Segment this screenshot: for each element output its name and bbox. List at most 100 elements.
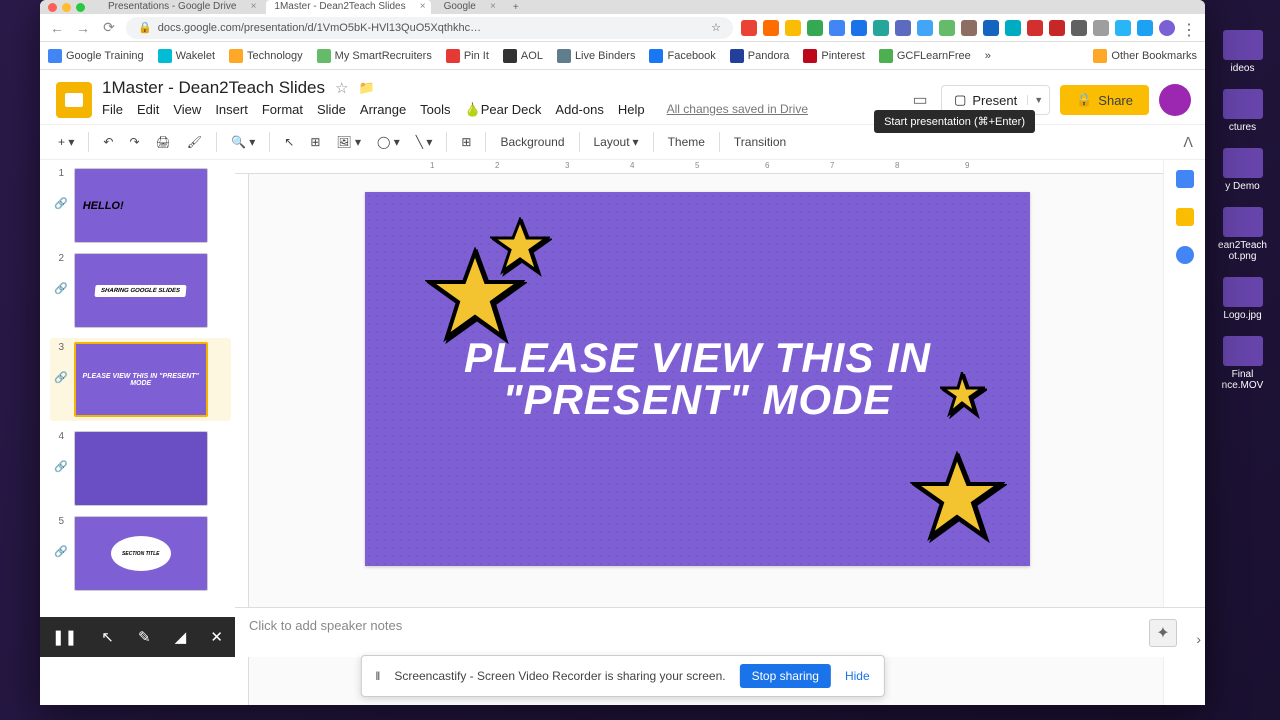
star-shape[interactable] xyxy=(910,451,1005,551)
close-recording-icon[interactable]: ✕ xyxy=(210,628,223,646)
slide-thumbnail[interactable]: SECTION TITLE xyxy=(74,516,208,591)
extension-icon[interactable] xyxy=(785,20,801,36)
transition-button[interactable]: Transition xyxy=(728,131,792,153)
menu-edit[interactable]: Edit xyxy=(137,102,159,118)
paint-format-button[interactable]: 🖌 xyxy=(181,131,208,153)
extension-icon[interactable] xyxy=(961,20,977,36)
close-tab-icon[interactable]: × xyxy=(490,0,496,14)
chrome-menu-icon[interactable]: ⋮ xyxy=(1181,20,1197,36)
bookmark[interactable]: My SmartRecruiters xyxy=(317,49,432,63)
star-shape[interactable] xyxy=(490,217,550,282)
layout-button[interactable]: Layout ▾ xyxy=(588,131,645,153)
bookmark[interactable]: GCFLearnFree xyxy=(879,49,971,63)
browser-tab[interactable]: Presentations - Google Drive× xyxy=(100,0,261,14)
menu-help[interactable]: Help xyxy=(618,102,645,118)
account-avatar[interactable] xyxy=(1159,84,1191,116)
slide-thumbnail[interactable]: SHARING GOOGLE SLIDES xyxy=(74,253,208,328)
slide-thumbnail-selected[interactable]: PLEASE VIEW THIS IN "PRESENT" MODE xyxy=(74,342,208,417)
extension-icon[interactable] xyxy=(873,20,889,36)
slide-text[interactable]: PLEASE VIEW THIS IN "PRESENT" MODE xyxy=(464,337,931,421)
speaker-notes[interactable]: Click to add speaker notes xyxy=(235,607,1205,657)
textbox-tool[interactable]: ⊞ xyxy=(304,131,326,153)
tasks-icon[interactable] xyxy=(1176,246,1194,264)
pause-recording-icon[interactable]: ❚❚ xyxy=(52,628,77,646)
bookmark[interactable]: Pin It xyxy=(446,49,489,63)
minimize-window[interactable] xyxy=(62,3,71,12)
extension-icon[interactable] xyxy=(1137,20,1153,36)
move-folder-icon[interactable]: 📁 xyxy=(358,80,374,96)
back-button[interactable]: ← xyxy=(48,20,66,36)
print-button[interactable]: 🖨 xyxy=(150,131,177,153)
share-button[interactable]: 🔒 Share xyxy=(1060,85,1149,115)
zoom-button[interactable]: 🔍 ▾ xyxy=(225,131,261,153)
bookmark[interactable]: Technology xyxy=(229,49,303,63)
menu-tools[interactable]: Tools xyxy=(420,102,450,118)
line-tool[interactable]: ╲ ▾ xyxy=(410,131,439,153)
extension-icon[interactable] xyxy=(1005,20,1021,36)
menu-arrange[interactable]: Arrange xyxy=(360,102,406,118)
extension-icon[interactable] xyxy=(741,20,757,36)
bookmark[interactable]: Pandora xyxy=(730,49,790,63)
calendar-icon[interactable] xyxy=(1176,170,1194,188)
menu-format[interactable]: Format xyxy=(262,102,303,118)
address-bar[interactable]: 🔒 docs.google.com/presentation/d/1VmO5bK… xyxy=(126,17,733,39)
present-dropdown-icon[interactable]: ▼ xyxy=(1027,95,1043,105)
bookmark[interactable]: AOL xyxy=(503,49,543,63)
extension-icon[interactable] xyxy=(983,20,999,36)
menu-view[interactable]: View xyxy=(173,102,201,118)
extension-icon[interactable] xyxy=(1049,20,1065,36)
desktop-file[interactable]: ean2Teach ot.png xyxy=(1213,207,1273,262)
star-icon[interactable]: ☆ xyxy=(335,79,348,97)
bookmark[interactable]: Google Training xyxy=(48,49,144,63)
close-tab-icon[interactable]: × xyxy=(251,0,257,14)
comments-icon[interactable]: ▭ xyxy=(909,89,931,111)
slide-canvas[interactable]: PLEASE VIEW THIS IN "PRESENT" MODE xyxy=(365,192,1030,566)
bookmark[interactable]: Wakelet xyxy=(158,49,215,63)
slides-logo-icon[interactable] xyxy=(56,82,92,118)
select-tool[interactable]: ↖ xyxy=(278,131,300,153)
reload-button[interactable]: ⟳ xyxy=(100,19,118,36)
menu-pear-deck[interactable]: 🍐Pear Deck xyxy=(465,102,542,118)
desktop-file[interactable]: Logo.jpg xyxy=(1213,277,1273,321)
extension-icon[interactable] xyxy=(1115,20,1131,36)
browser-tab[interactable]: Google× xyxy=(436,0,501,14)
slide-thumbnail[interactable]: HELLO! xyxy=(74,168,208,243)
image-tool[interactable]: 🖼 ▾ xyxy=(330,131,367,153)
forward-button[interactable]: → xyxy=(74,20,92,36)
eraser-tool-icon[interactable]: ◢ xyxy=(175,628,187,646)
extension-icon[interactable] xyxy=(829,20,845,36)
browser-tab-active[interactable]: 1Master - Dean2Teach Slides× xyxy=(266,0,430,14)
bookmark[interactable]: Facebook xyxy=(649,49,715,63)
next-panel-icon[interactable]: › xyxy=(1196,631,1201,647)
bookmark[interactable]: Live Binders xyxy=(557,49,636,63)
desktop-file[interactable]: y Demo xyxy=(1213,148,1273,192)
desktop-file[interactable]: ideos xyxy=(1213,30,1273,74)
new-slide-button[interactable]: + ▾ xyxy=(52,131,80,153)
menu-insert[interactable]: Insert xyxy=(215,102,248,118)
stop-sharing-button[interactable]: Stop sharing xyxy=(740,664,831,688)
extension-icon[interactable] xyxy=(917,20,933,36)
background-button[interactable]: Background xyxy=(494,131,570,153)
maximize-window[interactable] xyxy=(76,3,85,12)
extension-icon[interactable] xyxy=(895,20,911,36)
close-tab-icon[interactable]: × xyxy=(420,0,426,14)
undo-button[interactable]: ↶ xyxy=(97,131,119,153)
other-bookmarks[interactable]: Other Bookmarks xyxy=(1093,49,1197,63)
cursor-tool-icon[interactable]: ↖ xyxy=(101,628,114,646)
keep-icon[interactable] xyxy=(1176,208,1194,226)
new-tab-button[interactable]: + xyxy=(506,2,526,13)
menu-slide[interactable]: Slide xyxy=(317,102,346,118)
shape-tool[interactable]: ◯ ▾ xyxy=(371,131,406,153)
theme-button[interactable]: Theme xyxy=(662,131,711,153)
menu-addons[interactable]: Add-ons xyxy=(555,102,603,118)
save-status[interactable]: All changes saved in Drive xyxy=(667,102,808,118)
extension-icon[interactable] xyxy=(1071,20,1087,36)
hide-share-button[interactable]: Hide xyxy=(845,669,870,683)
extension-icon[interactable] xyxy=(1093,20,1109,36)
collapse-toolbar-icon[interactable]: ᐱ xyxy=(1183,134,1193,151)
bookmark[interactable]: Pinterest xyxy=(803,49,864,63)
extension-icon[interactable] xyxy=(939,20,955,36)
desktop-file[interactable]: Final nce.MOV xyxy=(1213,336,1273,391)
slide-thumbnail[interactable] xyxy=(74,431,208,506)
close-window[interactable] xyxy=(48,3,57,12)
